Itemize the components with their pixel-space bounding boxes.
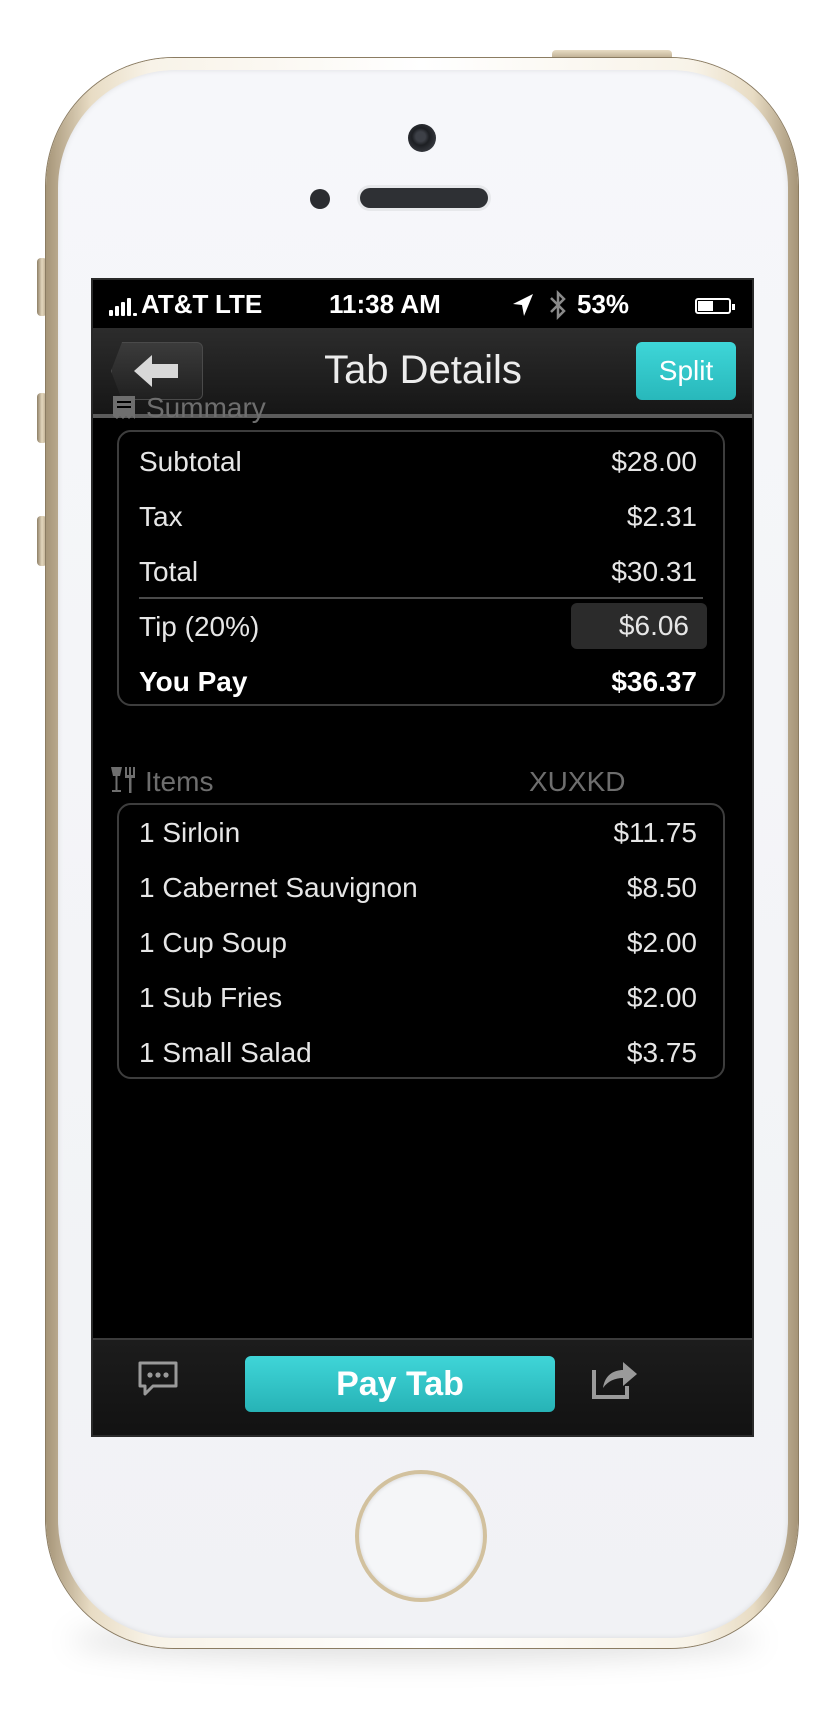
back-arrow-icon: [134, 355, 178, 387]
list-item: 1 Small Salad $3.75: [139, 1033, 697, 1073]
dining-icon: [111, 767, 135, 793]
subtotal-value: $28.00: [611, 446, 697, 477]
items-heading: Items: [145, 766, 214, 797]
total-value: $30.31: [611, 556, 697, 587]
item-price: $11.75: [613, 817, 697, 848]
earpiece-speaker: [360, 188, 488, 208]
subtotal-label: Subtotal: [139, 446, 242, 477]
summary-divider: [139, 597, 703, 599]
page-title: Tab Details: [324, 348, 522, 392]
item-name: 1 Small Salad: [139, 1037, 312, 1068]
share-icon[interactable]: [591, 1356, 639, 1400]
item-name: 1 Sirloin: [139, 817, 241, 848]
tab-code: XUXKD: [529, 766, 626, 797]
network-type: LTE: [215, 289, 263, 319]
list-item: 1 Cup Soup $2.00: [139, 923, 697, 963]
bottom-toolbar: Pay Tab: [93, 1338, 752, 1435]
carrier-name: AT&T: [141, 289, 209, 319]
chat-icon[interactable]: [137, 1360, 179, 1398]
item-price: $2.00: [626, 982, 697, 1013]
item-name: 1 Cabernet Sauvignon: [139, 872, 418, 903]
signal-strength-icon: [109, 296, 145, 316]
summary-heading: Summary: [146, 392, 266, 423]
battery-level: [698, 301, 713, 311]
status-time: 11:38 AM: [329, 289, 441, 319]
battery-icon: [695, 298, 735, 314]
receipt-icon: [113, 396, 135, 419]
battery-percent: 53%: [577, 289, 630, 319]
item-name: 1 Cup Soup: [139, 927, 287, 958]
item-price: $3.75: [626, 1037, 697, 1068]
summary-row-tax: Tax $2.31: [139, 497, 697, 537]
list-item: 1 Sub Fries $2.00: [139, 978, 697, 1018]
split-button[interactable]: Split: [636, 342, 736, 400]
item-price: $8.50: [626, 872, 697, 903]
tax-value: $2.31: [626, 501, 697, 532]
front-camera: [408, 124, 436, 152]
summary-row-you-pay: You Pay $36.37: [139, 662, 697, 702]
list-item: 1 Cabernet Sauvignon $8.50: [139, 868, 697, 908]
app-screen: AT&T LTE 11:38 AM 53% Tab Details Split …: [93, 280, 752, 1435]
you-pay-value: $36.37: [611, 666, 697, 697]
item-price: $2.00: [626, 927, 697, 958]
pay-tab-button[interactable]: Pay Tab: [245, 1356, 555, 1412]
list-item: 1 Sirloin $11.75: [139, 813, 697, 853]
tip-value: $6.06: [618, 610, 689, 641]
summary-row-subtotal: Subtotal $28.00: [139, 442, 697, 482]
summary-card: Subtotal $28.00 Tax $2.31 Total $30.31 T…: [117, 430, 725, 706]
summary-row-total: Total $30.31: [139, 552, 697, 592]
items-card: 1 Sirloin $11.75 1 Cabernet Sauvignon $8…: [117, 803, 725, 1079]
status-bar: AT&T LTE 11:38 AM 53%: [93, 280, 752, 328]
bluetooth-icon: [550, 290, 566, 320]
tip-label: Tip (20%): [139, 611, 260, 642]
total-label: Total: [139, 556, 199, 587]
you-pay-label: You Pay: [139, 666, 248, 697]
location-arrow-icon: [513, 294, 533, 316]
proximity-sensor: [310, 189, 330, 209]
tax-label: Tax: [139, 501, 183, 532]
item-name: 1 Sub Fries: [139, 982, 283, 1013]
home-button[interactable]: [355, 1470, 487, 1602]
